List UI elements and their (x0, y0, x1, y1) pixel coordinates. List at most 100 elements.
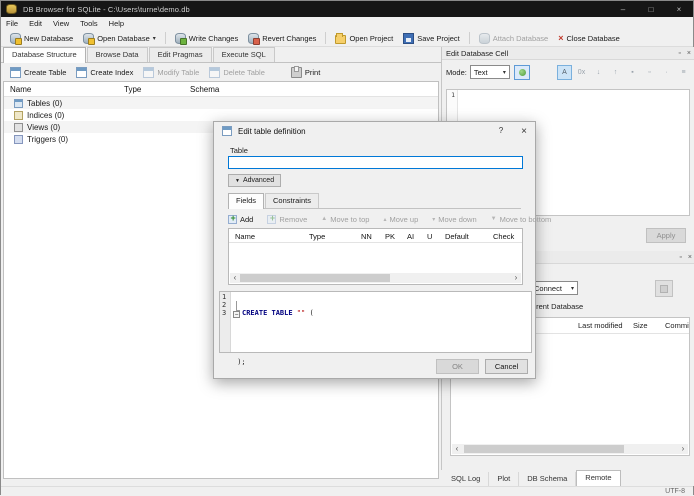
write-changes-button[interactable]: Write Changes (170, 31, 243, 46)
tab-edit-pragmas[interactable]: Edit Pragmas (148, 47, 212, 62)
menu-view[interactable]: View (53, 19, 69, 28)
tab-db-schema[interactable]: DB Schema (519, 472, 577, 486)
advanced-button[interactable]: ▼ Advanced (228, 174, 282, 187)
tab-execute-sql[interactable]: Execute SQL (212, 47, 275, 62)
move-to-bottom-button[interactable]: ▼ Move to bottom (491, 215, 552, 224)
tab-remote[interactable]: Remote (576, 470, 621, 486)
text-format-icon[interactable]: A (557, 64, 572, 80)
tree-item-tables[interactable]: Tables (0) (4, 97, 438, 109)
dbhub-button[interactable] (655, 280, 673, 297)
delete-table-button[interactable]: Delete Table (204, 65, 270, 80)
write-changes-icon (174, 32, 187, 45)
tree-item-indices[interactable]: Indices (0) (4, 109, 438, 121)
tab-browse-data[interactable]: Browse Data (86, 47, 148, 62)
set-null-icon[interactable]: ▪ (625, 65, 640, 80)
open-project-icon (335, 32, 347, 44)
mode-select[interactable]: Text ▾ (469, 65, 510, 79)
close-database-icon: × (558, 33, 564, 43)
menubar: File Edit View Tools Help (1, 17, 693, 30)
remove-icon (267, 213, 277, 224)
close-button[interactable]: × (665, 1, 693, 17)
tab-database-structure[interactable]: Database Structure (3, 47, 86, 63)
close-database-button[interactable]: × Close Database (553, 31, 625, 45)
remove-field-button[interactable]: Remove (267, 213, 307, 224)
column-header-default[interactable]: Default (445, 232, 469, 241)
print-icon (290, 66, 302, 78)
open-database-icon (83, 32, 96, 45)
dock-float-icon[interactable]: ▫ (679, 254, 681, 261)
horizontal-scrollbar[interactable]: ‹ › (452, 444, 688, 454)
dialog-help-button[interactable]: ? (499, 126, 503, 137)
tab-plot[interactable]: Plot (489, 472, 520, 486)
dock-close-icon[interactable]: × (688, 254, 692, 261)
binary-format-icon[interactable]: 0x (574, 65, 589, 80)
sql-preview-editor[interactable]: 1 2 3 − CREATE TABLE "" ( ); (219, 291, 532, 366)
column-header-nn[interactable]: NN (361, 232, 372, 241)
print-cell-icon[interactable]: ≡ (676, 65, 691, 80)
dock-close-icon[interactable]: × (687, 50, 691, 57)
new-database-button[interactable]: New Database (5, 31, 78, 46)
import-data-icon[interactable]: ↓ (591, 65, 606, 80)
menu-tools[interactable]: Tools (80, 19, 98, 28)
print-button[interactable]: Print (286, 65, 325, 80)
auto-apply-button[interactable] (513, 64, 530, 80)
overflow-icon[interactable]: · (659, 65, 674, 80)
open-database-dropdown-icon[interactable]: ▾ (153, 35, 156, 42)
move-to-top-button[interactable]: ▲ Move to top (321, 215, 369, 224)
scrollbar-thumb[interactable] (240, 274, 390, 282)
tab-constraints[interactable]: Constraints (265, 193, 319, 208)
move-down-button[interactable]: ▾ Move down (432, 215, 476, 224)
scroll-left-icon[interactable]: ‹ (452, 444, 462, 454)
open-project-button[interactable]: Open Project (330, 31, 398, 46)
table-name-input[interactable] (228, 156, 523, 169)
column-header-pk[interactable]: PK (385, 232, 395, 241)
identity-select[interactable]: Connect ▾ (530, 281, 578, 295)
horizontal-scrollbar[interactable]: ‹ › (230, 273, 521, 283)
minimize-button[interactable]: – (609, 1, 637, 17)
column-header-type[interactable]: Type (309, 232, 325, 241)
cancel-button[interactable]: Cancel (485, 359, 528, 374)
column-header-u[interactable]: U (427, 232, 432, 241)
chevron-down-icon: ▾ (570, 285, 574, 292)
column-header-schema[interactable]: Schema (188, 85, 219, 94)
column-header-check[interactable]: Check (493, 232, 514, 241)
column-header-name[interactable]: Name (4, 85, 124, 94)
attach-database-icon (478, 32, 490, 44)
move-up-icon: ▴ (383, 216, 387, 223)
menu-help[interactable]: Help (109, 19, 124, 28)
scroll-left-icon[interactable]: ‹ (230, 273, 240, 283)
dock-float-icon[interactable]: ▫ (678, 50, 680, 57)
fold-marker-icon[interactable]: − (233, 311, 240, 318)
attach-database-button[interactable]: Attach Database (474, 31, 553, 46)
column-header-last-modified[interactable]: Last modified (578, 321, 623, 330)
modify-table-button[interactable]: Modify Table (138, 65, 204, 80)
tab-fields[interactable]: Fields (228, 193, 265, 209)
scroll-right-icon[interactable]: › (511, 273, 521, 283)
revert-changes-button[interactable]: Revert Changes (243, 31, 321, 46)
column-header-name[interactable]: Name (235, 232, 255, 241)
scrollbar-thumb[interactable] (464, 445, 624, 453)
column-header-ai[interactable]: AI (407, 232, 414, 241)
dialog-close-button[interactable]: × (521, 126, 527, 137)
column-header-type[interactable]: Type (124, 85, 188, 94)
ok-button[interactable]: OK (436, 359, 479, 374)
encoding-indicator[interactable]: UTF-8 (665, 488, 685, 495)
apply-button[interactable]: Apply (646, 228, 686, 243)
column-header-commit[interactable]: Commit (665, 321, 689, 330)
add-field-button[interactable]: Add (228, 213, 253, 224)
create-index-button[interactable]: Create Index (71, 65, 138, 80)
save-project-button[interactable]: Save Project (398, 31, 465, 46)
move-up-button[interactable]: ▴ Move up (383, 215, 418, 224)
scroll-right-icon[interactable]: › (678, 444, 688, 454)
fullscreen-icon[interactable]: ▫ (642, 65, 657, 80)
open-database-button[interactable]: Open Database ▾ (78, 31, 161, 46)
column-header-size[interactable]: Size (633, 321, 648, 330)
toolbar-separator (325, 32, 327, 44)
create-table-button[interactable]: Create Table (5, 65, 71, 80)
sql-keyword: CREATE TABLE (242, 309, 293, 317)
export-data-icon[interactable]: ↑ (608, 65, 623, 80)
menu-edit[interactable]: Edit (29, 19, 42, 28)
tab-sql-log[interactable]: SQL Log (443, 472, 490, 486)
menu-file[interactable]: File (6, 19, 18, 28)
maximize-button[interactable]: □ (637, 1, 665, 17)
